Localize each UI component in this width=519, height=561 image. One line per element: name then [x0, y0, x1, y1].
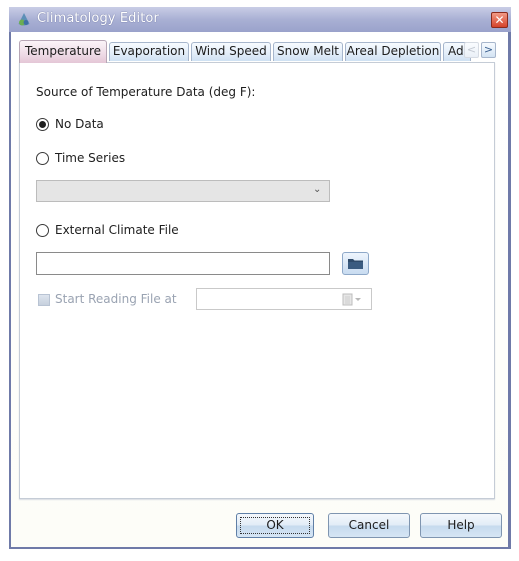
ok-button[interactable]: OK — [236, 513, 314, 538]
tab-scroll-right-button[interactable]: > — [481, 42, 496, 58]
no-data-label[interactable]: No Data — [55, 117, 104, 131]
tab-evaporation[interactable]: Evaporation — [109, 42, 189, 61]
tab-strip: Temperature Evaporation Wind Speed Snow … — [19, 40, 504, 63]
calendar-dropdown-icon — [342, 293, 361, 306]
start-reading-label: Start Reading File at — [55, 292, 177, 306]
focus-rectangle — [240, 517, 310, 534]
dialog-client-area: Temperature Evaporation Wind Speed Snow … — [11, 32, 508, 547]
chevron-down-icon: ⌄ — [313, 184, 322, 195]
tab-snow-melt[interactable]: Snow Melt — [273, 42, 343, 61]
chevron-right-icon: > — [483, 43, 494, 56]
time-series-label[interactable]: Time Series — [55, 151, 125, 165]
time-series-radio[interactable] — [36, 152, 49, 165]
no-data-radio[interactable] — [36, 118, 49, 131]
start-reading-checkbox[interactable] — [38, 294, 50, 306]
app-icon — [18, 13, 30, 26]
close-icon: ✕ — [494, 13, 505, 27]
folder-icon — [348, 259, 363, 269]
chevron-left-icon: < — [466, 43, 477, 56]
window-title: Climatology Editor — [37, 11, 159, 26]
browse-file-button[interactable] — [342, 252, 369, 275]
source-heading: Source of Temperature Data (deg F): — [36, 85, 256, 99]
title-bar[interactable]: Climatology Editor ✕ — [9, 7, 511, 32]
external-climate-file-label[interactable]: External Climate File — [55, 223, 179, 237]
tab-scroll-left-button[interactable]: < — [464, 42, 479, 58]
tab-wind-speed[interactable]: Wind Speed — [191, 42, 271, 61]
close-button[interactable]: ✕ — [491, 12, 508, 28]
cancel-button[interactable]: Cancel — [328, 513, 410, 538]
help-button[interactable]: Help — [420, 513, 502, 538]
tab-temperature[interactable]: Temperature — [19, 40, 107, 63]
temperature-tab-panel: Source of Temperature Data (deg F): No D… — [19, 62, 495, 499]
start-reading-date-picker[interactable] — [196, 288, 372, 310]
climatology-editor-window: Climatology Editor ✕ Temperature Evapora… — [9, 7, 511, 549]
tab-areal-depletion[interactable]: Areal Depletion — [345, 42, 441, 61]
climate-file-path-input[interactable] — [36, 252, 330, 275]
time-series-combo[interactable]: ⌄ — [36, 180, 330, 202]
external-climate-file-radio[interactable] — [36, 224, 49, 237]
